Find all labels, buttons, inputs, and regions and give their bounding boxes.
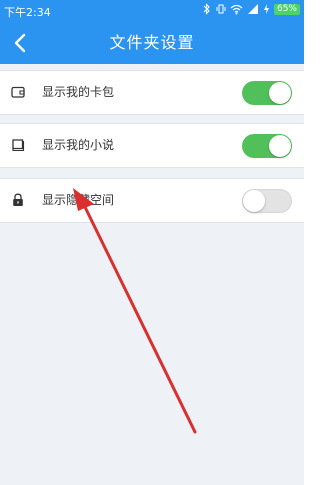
battery-level: 65% xyxy=(276,4,297,14)
vibrate-icon xyxy=(216,4,226,14)
bluetooth-icon xyxy=(203,3,210,15)
signal-icon xyxy=(247,4,258,14)
hidden-space-toggle[interactable] xyxy=(242,189,292,213)
wallet-icon xyxy=(11,86,25,98)
toggle-knob xyxy=(243,190,265,212)
status-icons: 65% xyxy=(202,3,300,15)
page-title: 文件夹设置 xyxy=(109,33,195,52)
lock-icon xyxy=(13,193,23,206)
battery-icon: 65% xyxy=(273,3,300,15)
setting-row-wallet[interactable]: 显示我的卡包 xyxy=(0,70,304,115)
setting-label: 显示隐藏空间 xyxy=(42,193,115,207)
toggle-knob xyxy=(269,82,291,104)
status-bar: 下午2:34 65% xyxy=(0,0,304,22)
setting-row-hidden-space[interactable]: 显示隐藏空间 xyxy=(0,178,304,223)
toggle-knob xyxy=(269,135,291,157)
back-chevron-icon xyxy=(14,33,26,53)
wallet-toggle[interactable] xyxy=(242,81,292,105)
setting-row-novel[interactable]: 显示我的小说 xyxy=(0,123,304,168)
app-header: 文件夹设置 xyxy=(0,22,304,64)
status-time: 下午2:34 xyxy=(4,6,51,19)
charging-icon xyxy=(263,4,269,14)
novel-toggle[interactable] xyxy=(242,134,292,158)
wifi-icon xyxy=(230,4,243,15)
setting-label: 显示我的卡包 xyxy=(42,85,115,99)
back-button[interactable] xyxy=(8,30,34,56)
book-icon xyxy=(12,139,25,152)
setting-label: 显示我的小说 xyxy=(42,138,115,152)
settings-content: 显示我的卡包 显示我的小说 显示隐藏空间 xyxy=(0,64,304,485)
